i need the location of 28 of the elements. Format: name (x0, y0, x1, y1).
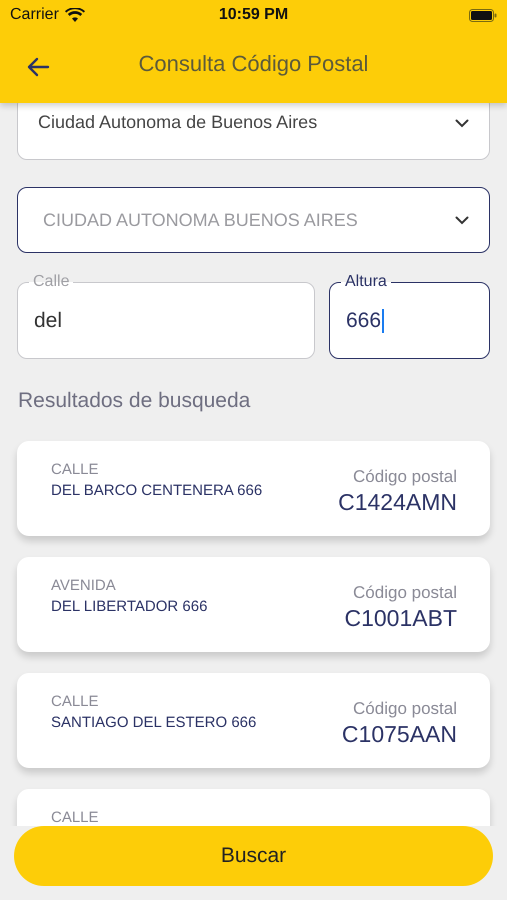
wifi-icon (64, 8, 85, 22)
postal-code: C1424AMN (338, 489, 457, 516)
street-type: CALLE (51, 461, 100, 478)
postal-code-label: Código postal (353, 467, 457, 487)
back-button[interactable] (26, 56, 50, 76)
postal-code: C1001ABT (344, 605, 457, 632)
postal-code-label: Código postal (353, 583, 457, 603)
street-name: SANTIAGO DEL ESTERO 666 (51, 713, 258, 733)
street-type: AVENIDA (51, 577, 117, 594)
street-name: DEL BARCO CENTENERA 666 (51, 481, 264, 501)
postal-code: C1075AAN (342, 721, 457, 748)
screen-title: Consulta Código Postal (138, 51, 368, 76)
postal-code-label: Código postal (353, 699, 457, 719)
battery-icon (469, 8, 497, 22)
back-arrow-icon (26, 56, 50, 76)
street-type: CALLE (51, 809, 100, 826)
street-name: DEL LIBERTADOR 666 (51, 597, 208, 617)
dropdown[interactable]: Ciudad Autonoma de Buenos Aires (17, 103, 490, 160)
result-card[interactable]: CALLE SANTIAGO DEL ESTERO 666 Código postal C1075AAN (17, 673, 490, 768)
carrier-label: Carrier (10, 6, 59, 24)
result-card[interactable]: CALLE DEL BARCO CENTENERA 666 Código postal C1424AMN (17, 441, 490, 536)
search-button[interactable]: Buscar (14, 826, 493, 886)
chevron-down-icon (455, 119, 469, 128)
street-type: CALLE (51, 693, 100, 710)
status-time: 10:59 PM (218, 6, 288, 24)
result-card[interactable]: AVENIDA DEL LIBERTADOR 666 Código postal C1001ABT (17, 557, 490, 652)
section-heading: Resultados de busqueda (18, 389, 252, 413)
chevron-down-icon (455, 216, 469, 224)
